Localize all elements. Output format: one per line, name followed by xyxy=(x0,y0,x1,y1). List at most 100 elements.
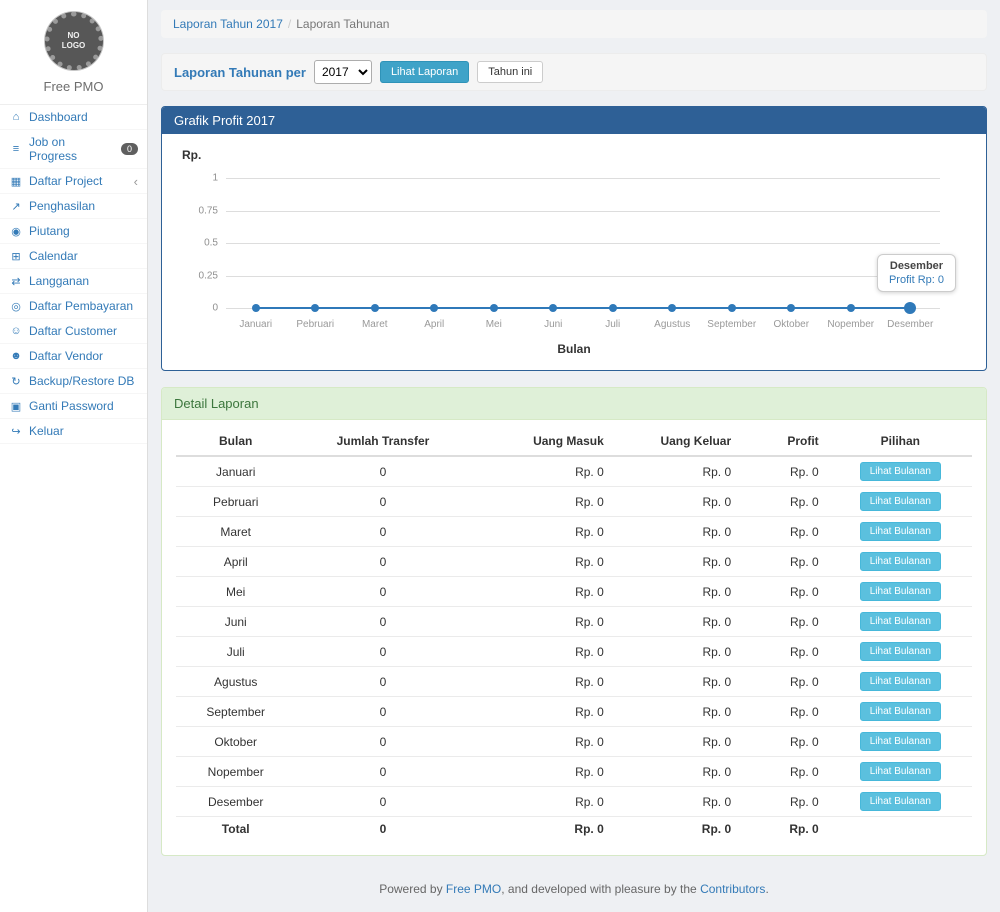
report-table-head: Bulan Jumlah Transfer Uang Masuk Uang Ke… xyxy=(176,426,972,456)
sidebar-item-dashboard[interactable]: ⌂ Dashboard xyxy=(0,105,147,130)
lihat-bulanan-button[interactable]: Lihat Bulanan xyxy=(860,462,941,481)
sidebar: NO LOGO Free PMO ⌂ Dashboard ≡ Job on Pr… xyxy=(0,0,148,912)
cell-uang-masuk: Rp. 0 xyxy=(471,487,614,517)
cell-profit: Rp. 0 xyxy=(741,757,829,787)
report-filter-bar: Laporan Tahunan per 2017 Lihat Laporan T… xyxy=(161,53,987,91)
chart-point[interactable] xyxy=(787,304,795,312)
sidebar-item-daftar-vendor[interactable]: ☻ Daftar Vendor xyxy=(0,344,147,369)
year-select[interactable]: 2017 xyxy=(314,60,372,84)
chart-point[interactable] xyxy=(847,304,855,312)
sidebar-item-langganan[interactable]: ⇄ Langganan xyxy=(0,269,147,294)
x-tick-label: Juli xyxy=(583,319,643,330)
y-tick-label: 0.75 xyxy=(186,205,218,216)
sidebar-item-backup-restore-db[interactable]: ↻ Backup/Restore DB xyxy=(0,369,147,394)
detail-panel-title: Detail Laporan xyxy=(162,388,986,420)
sidebar-menu: ⌂ Dashboard ≡ Job on Progress 0 ▦ Daftar… xyxy=(0,105,147,444)
sidebar-item-job-on-progress[interactable]: ≡ Job on Progress 0 xyxy=(0,130,147,169)
chart-line-icon: ↗ xyxy=(9,200,23,213)
lihat-bulanan-button[interactable]: Lihat Bulanan xyxy=(860,762,941,781)
sidebar-item-label: Langganan xyxy=(29,274,89,288)
footer-suffix: . xyxy=(765,882,768,896)
cell-uang-masuk: Rp. 0 xyxy=(471,456,614,487)
detail-panel-body: Bulan Jumlah Transfer Uang Masuk Uang Ke… xyxy=(162,420,986,855)
cell-uang-keluar: Rp. 0 xyxy=(614,727,741,757)
cell-profit: Rp. 0 xyxy=(741,607,829,637)
x-tick-label: Juni xyxy=(524,319,584,330)
sidebar-item-label: Dashboard xyxy=(29,110,88,124)
lihat-bulanan-button[interactable]: Lihat Bulanan xyxy=(860,552,941,571)
lihat-bulanan-button[interactable]: Lihat Bulanan xyxy=(860,522,941,541)
sidebar-item-calendar[interactable]: ⊞ Calendar xyxy=(0,244,147,269)
x-tick-label: April xyxy=(405,319,465,330)
total-pilihan-empty xyxy=(829,817,972,842)
cell-uang-masuk: Rp. 0 xyxy=(471,727,614,757)
lihat-bulanan-button[interactable]: Lihat Bulanan xyxy=(860,642,941,661)
cell-uang-masuk: Rp. 0 xyxy=(471,697,614,727)
chart-point[interactable] xyxy=(311,304,319,312)
page-footer: Powered by Free PMO, and developed with … xyxy=(161,872,987,912)
chart-point[interactable] xyxy=(430,304,438,312)
contributors-link[interactable]: Contributors xyxy=(700,882,765,896)
tooltip-value: Profit Rp: 0 xyxy=(889,274,944,286)
sidebar-item-daftar-project[interactable]: ▦ Daftar Project ‹ xyxy=(0,169,147,194)
sidebar-item-penghasilan[interactable]: ↗ Penghasilan xyxy=(0,194,147,219)
chart-point[interactable] xyxy=(371,304,379,312)
lihat-bulanan-button[interactable]: Lihat Bulanan xyxy=(860,612,941,631)
job-count-badge: 0 xyxy=(121,143,138,155)
sidebar-item-ganti-password[interactable]: ▣ Ganti Password xyxy=(0,394,147,419)
cell-uang-masuk: Rp. 0 xyxy=(471,667,614,697)
y-tick-label: 1 xyxy=(186,173,218,184)
y-tick-label: 0.5 xyxy=(186,238,218,249)
chart-point[interactable] xyxy=(490,304,498,312)
gridline xyxy=(226,178,940,179)
chart-panel-title: Grafik Profit 2017 xyxy=(162,107,986,134)
sidebar-item-piutang[interactable]: ◉ Piutang xyxy=(0,219,147,244)
column-header-uang-masuk: Uang Masuk xyxy=(471,426,614,456)
cell-month: Agustus xyxy=(176,667,295,697)
breadcrumb-link-laporan-tahun[interactable]: Laporan Tahun 2017 xyxy=(173,17,283,31)
lihat-bulanan-button[interactable]: Lihat Bulanan xyxy=(860,492,941,511)
sidebar-item-label: Daftar Pembayaran xyxy=(29,299,133,313)
total-transfer: 0 xyxy=(295,817,470,842)
x-tick-label: Agustus xyxy=(643,319,703,330)
lihat-bulanan-button[interactable]: Lihat Bulanan xyxy=(860,672,941,691)
chart-point-cell xyxy=(345,302,405,314)
chevron-left-icon: ‹ xyxy=(134,175,138,188)
cell-month: Pebruari xyxy=(176,487,295,517)
sidebar-item-daftar-pembayaran[interactable]: ◎ Daftar Pembayaran xyxy=(0,294,147,319)
sidebar-item-keluar[interactable]: ↪ Keluar xyxy=(0,419,147,444)
cell-profit: Rp. 0 xyxy=(741,517,829,547)
chart-point[interactable] xyxy=(252,304,260,312)
gridline xyxy=(226,276,940,277)
lihat-laporan-button[interactable]: Lihat Laporan xyxy=(380,61,469,83)
total-profit: Rp. 0 xyxy=(741,817,829,842)
cell-uang-keluar: Rp. 0 xyxy=(614,607,741,637)
cell-uang-keluar: Rp. 0 xyxy=(614,456,741,487)
chart-point[interactable] xyxy=(609,304,617,312)
chart-plot-area: 1 0.75 0.5 0.25 0 xyxy=(226,178,940,308)
chart-body: Rp. 1 0.75 0.5 0.25 0 xyxy=(162,134,986,370)
sidebar-item-daftar-customer[interactable]: ☺ Daftar Customer xyxy=(0,319,147,344)
lihat-bulanan-button[interactable]: Lihat Bulanan xyxy=(860,702,941,721)
tahun-ini-button[interactable]: Tahun ini xyxy=(477,61,543,83)
cell-month: Mei xyxy=(176,577,295,607)
cell-jumlah-transfer: 0 xyxy=(295,577,470,607)
chart-point[interactable] xyxy=(904,302,916,314)
chart-point[interactable] xyxy=(668,304,676,312)
cell-month: Maret xyxy=(176,517,295,547)
sidebar-item-label: Penghasilan xyxy=(29,199,95,213)
lihat-bulanan-button[interactable]: Lihat Bulanan xyxy=(860,582,941,601)
lihat-bulanan-button[interactable]: Lihat Bulanan xyxy=(860,732,941,751)
table-row: April 0 Rp. 0 Rp. 0 Rp. 0 Lihat Bulanan xyxy=(176,547,972,577)
lihat-bulanan-button[interactable]: Lihat Bulanan xyxy=(860,792,941,811)
cell-profit: Rp. 0 xyxy=(741,637,829,667)
cell-jumlah-transfer: 0 xyxy=(295,787,470,817)
x-tick-label: Desember xyxy=(881,319,941,330)
free-pmo-link[interactable]: Free PMO xyxy=(446,882,501,896)
cell-uang-masuk: Rp. 0 xyxy=(471,607,614,637)
chart-point[interactable] xyxy=(728,304,736,312)
sign-out-icon: ↪ xyxy=(9,425,23,438)
chart-point[interactable] xyxy=(549,304,557,312)
sidebar-item-label: Job on Progress xyxy=(29,135,115,163)
cell-profit: Rp. 0 xyxy=(741,547,829,577)
